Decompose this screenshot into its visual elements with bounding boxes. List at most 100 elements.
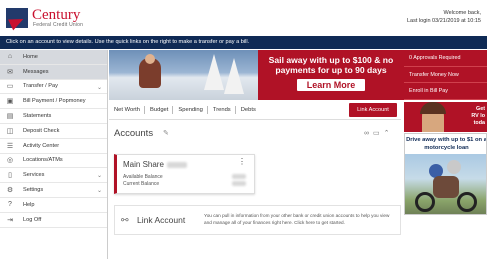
sailing-photo — [109, 50, 258, 100]
banner-headline: Sail away with up to $100 & no payments … — [268, 55, 394, 75]
statement-icon: ▤ — [6, 113, 14, 121]
brand-logo[interactable]: Century Federal Credit Union — [6, 8, 92, 30]
quick-link-transfer[interactable]: Transfer Money Now — [404, 67, 487, 84]
services-icon: ▯ — [8, 172, 12, 180]
camera-icon: ◫ — [6, 127, 14, 135]
sail-shape — [224, 58, 244, 94]
sidebar-item-label: Bill Payment / Popmoney — [23, 98, 86, 105]
learn-more-button[interactable]: Learn More — [296, 79, 366, 91]
promo-banner[interactable]: Sail away with up to $100 & no payments … — [109, 50, 404, 100]
tab-net-worth[interactable]: Net Worth — [114, 107, 140, 113]
accounts-title: Accounts — [114, 128, 154, 139]
sidebar-item-label: Activity Center — [23, 142, 60, 149]
motorcycle-loan-ad[interactable]: Drive away with up to $1 on a motorcycle… — [404, 133, 487, 215]
sidebar-item-home[interactable]: ⌂ Home — [0, 50, 107, 65]
motorcycle-photo — [405, 154, 486, 214]
more-options-icon[interactable]: ⋮ — [238, 158, 246, 166]
link-account-description: You can pull in information from your ot… — [204, 213, 390, 225]
welcome-text: Welcome back, — [443, 10, 482, 16]
helmet-shape — [447, 160, 461, 174]
sidebar-item-help[interactable]: ? Help — [0, 198, 107, 213]
quick-link-approvals[interactable]: 0 Approvals Required — [404, 50, 487, 67]
motorcycle-ad-text: Drive away with up to $1 on a motorcycle… — [406, 137, 487, 151]
person-hair — [420, 102, 446, 114]
link-account-panel[interactable]: ⚯ Link Account You can pull in informati… — [114, 205, 401, 235]
wheel-shape — [457, 192, 477, 212]
sidebar-item-messages[interactable]: ✉ Messages — [0, 64, 107, 80]
tab-budget[interactable]: Budget — [150, 107, 168, 113]
link-account-title: Link Account — [137, 215, 186, 225]
sidebar-item-label: Messages — [23, 68, 49, 75]
tab-spending[interactable]: Spending — [178, 107, 203, 113]
sidebar-item-deposit-check[interactable]: ◫ Deposit Check — [0, 124, 107, 139]
edit-pencil-icon[interactable]: ✎ — [163, 129, 169, 137]
home-icon: ⌂ — [7, 53, 13, 61]
gear-icon: ⚙ — [6, 187, 14, 195]
logout-icon: ⇥ — [7, 216, 13, 224]
brand-name: Century — [32, 7, 81, 23]
sidebar-item-label: Home — [23, 53, 38, 60]
sidebar-item-statements[interactable]: ▤ Statements — [0, 109, 107, 124]
last-login-text: Last login 03/21/2019 at 10:15 — [406, 18, 481, 24]
sidebar-item-label: Settings — [23, 187, 44, 194]
card-icon[interactable]: ▭ — [373, 130, 384, 137]
masked-available-balance — [232, 174, 246, 179]
tabs-divider — [109, 119, 401, 120]
quick-links: 0 Approvals Required Transfer Money Now … — [404, 50, 487, 100]
account-name: Main Share — [123, 160, 164, 169]
chevron-down-icon: ⌄ — [96, 173, 102, 180]
banner-ad: Sail away with up to $100 & no payments … — [258, 50, 404, 100]
sail-shape — [204, 54, 224, 90]
sidebar: ⌂ Home ✉ Messages ▭ Transfer / Pay ⌄ ▣ B… — [0, 50, 108, 259]
masked-account-number — [167, 162, 187, 168]
chevron-down-icon: ⌄ — [96, 188, 102, 195]
sidebar-item-label: Locations/ATMs — [23, 157, 63, 164]
link-icon[interactable]: ∞ — [364, 130, 373, 137]
info-bar: Click on an account to view details. Use… — [0, 36, 487, 49]
logo-mark-icon — [6, 8, 28, 28]
welcome-block: Welcome back, Last login 03/21/2019 at 1… — [407, 9, 481, 25]
sidebar-item-bill-payment[interactable]: ▣ Bill Payment / Popmoney — [0, 94, 107, 110]
sidebar-item-locations[interactable]: ◎ Locations/ATMs — [0, 154, 107, 169]
sidebar-item-log-off[interactable]: ⇥ Log Off — [0, 213, 107, 228]
rv-ad-text: Get RV lo toda — [471, 106, 485, 126]
sidebar-item-label: Transfer / Pay — [23, 83, 58, 90]
masked-current-balance — [232, 181, 246, 186]
sidebar-item-label: Log Off — [23, 216, 42, 223]
mail-icon: ✉ — [7, 68, 13, 76]
tab-debts[interactable]: Debts — [241, 107, 256, 113]
current-balance-label: Current Balance — [123, 181, 160, 187]
sidebar-item-label: Help — [23, 201, 35, 208]
sidebar-item-settings[interactable]: ⚙ Settings ⌄ — [0, 183, 107, 198]
tab-divider — [144, 106, 145, 114]
help-icon: ? — [8, 201, 12, 209]
tab-divider — [172, 106, 174, 114]
link-icon: ⚯ — [121, 215, 129, 225]
sidebar-item-label: Deposit Check — [23, 127, 60, 134]
brand-subtitle: Federal Credit Union — [33, 22, 84, 28]
location-icon: ◎ — [6, 157, 14, 165]
tab-divider — [234, 106, 236, 114]
chevron-up-icon[interactable]: ⌃ — [384, 130, 394, 137]
tab-trends[interactable]: Trends — [213, 107, 231, 113]
accounts-toolbar: ∞▭⌃ — [364, 129, 394, 137]
bill-icon: ▣ — [6, 98, 14, 106]
sidebar-item-label: Services — [23, 172, 45, 179]
account-card-main-share[interactable]: Main Share Available Balance Current Bal… — [114, 154, 255, 194]
sidebar-item-services[interactable]: ▯ Services ⌄ — [0, 168, 107, 184]
sidebar-item-label: Statements — [23, 113, 52, 120]
rv-loan-ad[interactable]: Get RV lo toda — [404, 102, 487, 132]
available-balance-label: Available Balance — [123, 174, 163, 180]
transfer-icon: ▭ — [6, 83, 14, 91]
person-photo — [139, 54, 161, 88]
quick-link-bill-pay[interactable]: Enroll in Bill Pay — [404, 83, 487, 100]
sidebar-item-transfer-pay[interactable]: ▭ Transfer / Pay ⌄ — [0, 80, 107, 95]
sidebar-item-activity-center[interactable]: ☰ Activity Center — [0, 139, 107, 154]
list-icon: ☰ — [6, 142, 14, 150]
wheel-shape — [415, 192, 435, 212]
app-header: Century Federal Credit Union Welcome bac… — [0, 0, 487, 35]
link-account-button[interactable]: Link Account — [349, 103, 397, 117]
rider-shape — [433, 176, 459, 198]
tab-divider — [206, 106, 208, 114]
chevron-down-icon: ⌄ — [96, 84, 102, 91]
